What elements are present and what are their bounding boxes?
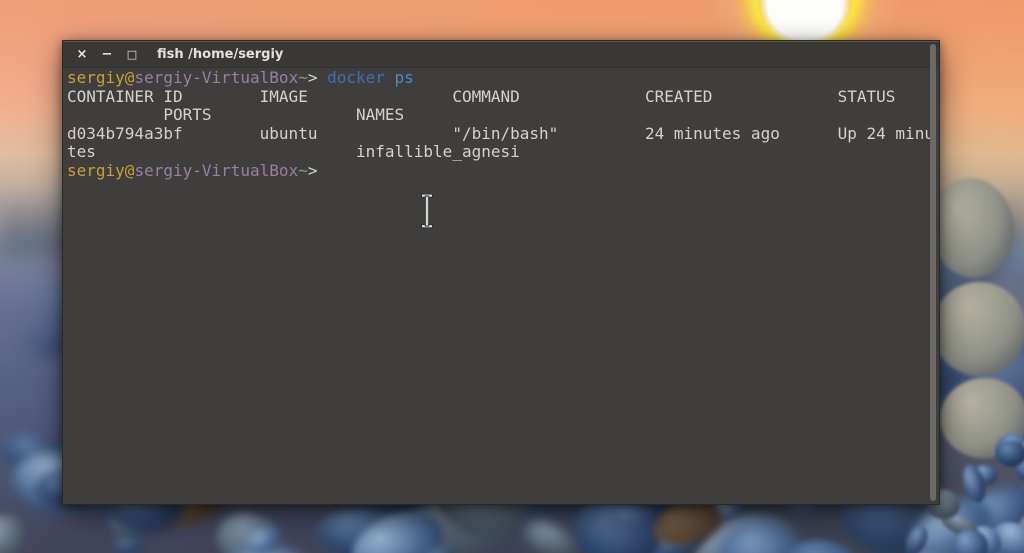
terminal-line: sergiy@sergiy-VirtualBox~> bbox=[67, 160, 318, 180]
desktop: × − □ fish /home/sergiy sergiy@sergiy-Vi… bbox=[0, 0, 1024, 553]
terminal-output[interactable]: sergiy@sergiy-VirtualBox~> docker ps CONT… bbox=[63, 68, 939, 504]
scrollbar-thumb[interactable] bbox=[930, 44, 936, 501]
maximize-icon[interactable]: □ bbox=[125, 48, 139, 62]
terminal-line: tes infallible_agnesi bbox=[67, 142, 520, 161]
terminal-line: sergiy@sergiy-VirtualBox~> docker ps bbox=[67, 68, 414, 87]
window-titlebar[interactable]: × − □ fish /home/sergiy bbox=[63, 41, 939, 68]
close-icon[interactable]: × bbox=[75, 47, 89, 62]
window-title: fish /home/sergiy bbox=[157, 47, 284, 62]
terminal-line: d034b794a3bf ubuntu "/bin/bash" 24 minut… bbox=[67, 123, 934, 143]
terminal-window: × − □ fish /home/sergiy sergiy@sergiy-Vi… bbox=[62, 40, 940, 505]
minimize-icon[interactable]: − bbox=[100, 47, 114, 62]
terminal-line: PORTS NAMES bbox=[67, 105, 405, 124]
terminal-line: CONTAINER ID IMAGE COMMAND CREATED STATU… bbox=[67, 86, 896, 106]
